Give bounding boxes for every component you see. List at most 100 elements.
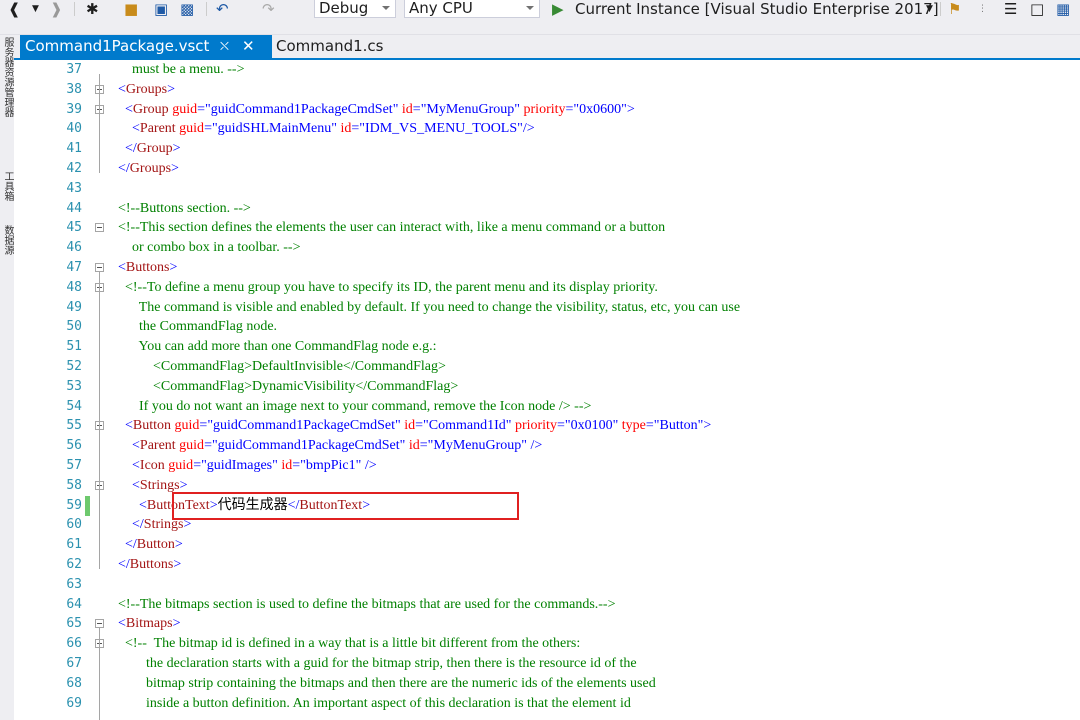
highlight-box xyxy=(172,492,519,520)
document-icon[interactable]: □ xyxy=(1030,1,1044,17)
separator xyxy=(74,2,75,16)
code-token: </ xyxy=(104,517,144,533)
code-line[interactable]: <Groups> xyxy=(104,80,175,100)
code-line[interactable]: <Parent guid="guidSHLMainMenu" id="IDM_V… xyxy=(104,119,535,139)
play-icon[interactable]: ▶ xyxy=(552,1,564,17)
code-token: guid xyxy=(171,418,200,434)
code-line[interactable]: <Parent guid="guidCommand1PackageCmdSet"… xyxy=(104,436,542,456)
code-token: must be a menu. --> xyxy=(104,62,245,77)
code-line[interactable]: You can add more than one CommandFlag no… xyxy=(104,337,436,357)
code-line[interactable]: <Buttons> xyxy=(104,258,177,278)
code-line[interactable]: </Group> xyxy=(104,139,180,159)
code-line[interactable]: bitmap strip containing the bitmaps and … xyxy=(104,674,656,694)
window-icon[interactable]: ▦ xyxy=(1056,1,1070,17)
new-project-icon[interactable]: ✱ xyxy=(86,1,99,17)
code-token: id xyxy=(405,438,420,454)
line-number: 58 xyxy=(66,477,82,493)
platform-dropdown[interactable]: Any CPU xyxy=(404,0,540,18)
code-token: ="guidCommand1PackageCmdSet" xyxy=(204,438,406,454)
code-token: </ xyxy=(104,161,130,176)
line-number: 61 xyxy=(66,537,82,553)
forward-icon[interactable]: ❱ xyxy=(50,1,63,17)
code-token: <CommandFlag>DefaultInvisible</CommandFl… xyxy=(104,359,446,374)
code-token: < xyxy=(104,121,140,137)
chevron-down-icon xyxy=(382,6,390,10)
line-number: 63 xyxy=(66,576,82,592)
tab-command1-cs[interactable]: Command1.cs xyxy=(276,35,383,58)
line-number: 56 xyxy=(66,438,82,454)
code-line[interactable]: the declaration starts with a guid for t… xyxy=(104,654,637,674)
chevron-down-icon[interactable]: ▼ xyxy=(32,1,39,17)
code-line[interactable]: <!--The bitmaps section is used to defin… xyxy=(104,595,616,615)
code-line[interactable]: </Button> xyxy=(104,535,183,555)
collapse-icon[interactable] xyxy=(95,263,104,272)
back-icon[interactable]: ❰ xyxy=(8,1,21,17)
save-icon[interactable]: ▣ xyxy=(154,1,168,17)
code-line[interactable]: <Group guid="guidCommand1PackageCmdSet" … xyxy=(104,100,635,120)
code-line[interactable]: The command is visible and enabled by de… xyxy=(104,298,740,318)
line-number: 64 xyxy=(66,596,82,612)
code-token: > xyxy=(179,477,188,493)
code-token: Buttons xyxy=(129,557,174,572)
start-instance-button[interactable]: Current Instance [Visual Studio Enterpri… xyxy=(575,0,939,18)
code-line[interactable]: the CommandFlag node. xyxy=(104,317,277,337)
fold-guide xyxy=(99,489,100,530)
code-line[interactable]: <!--To define a menu group you have to s… xyxy=(104,278,658,298)
save-all-icon[interactable]: ▩ xyxy=(180,1,194,17)
overflow-icon[interactable]: ⋮ xyxy=(978,1,987,17)
code-line[interactable]: <!-- The bitmap id is defined in a way t… xyxy=(104,634,580,654)
code-token: guidCommand1PackageCmdSet xyxy=(210,101,393,117)
chevron-down-icon[interactable]: ▼ xyxy=(926,1,933,17)
code-line[interactable]: or combo box in a toolbar. --> xyxy=(104,238,300,258)
code-token: > xyxy=(169,260,178,275)
find-icon[interactable]: ⚑ xyxy=(948,1,961,17)
fold-guide xyxy=(99,93,100,154)
code-line[interactable]: <!--This section defines the elements th… xyxy=(104,218,665,238)
code-token: <!--This section defines the elements th… xyxy=(104,220,666,236)
redo-icon[interactable]: ↷ xyxy=(262,1,275,17)
code-token: < xyxy=(104,458,140,473)
code-line[interactable]: inside a button definition. An important… xyxy=(104,694,631,714)
code-line[interactable]: </Groups> xyxy=(104,159,179,179)
change-marker xyxy=(85,495,90,516)
data-sources-tab[interactable]: 数据源 xyxy=(1,225,13,269)
code-line[interactable]: <Icon guid="guidImages" id="bmpPic1" /> xyxy=(104,456,377,476)
code-editor[interactable]: 37 38 39 40 41 42 43 44 45 46 47 48 49 50 51 52 53 54 55 56… xyxy=(14,60,1080,720)
code-line[interactable]: If you do not want an image next to your… xyxy=(104,397,591,417)
code-line[interactable]: <Button guid="guidCommand1PackageCmdSet"… xyxy=(104,416,711,436)
line-number: 49 xyxy=(66,299,82,315)
code-token: Group xyxy=(136,141,173,157)
code-token: Parent xyxy=(139,438,176,454)
code-line[interactable]: <Bitmaps> xyxy=(104,614,180,634)
code-line[interactable]: must be a menu. --> xyxy=(104,60,244,80)
tab-command1package-vsct[interactable]: Command1Package.vsct ⛌ ✕ xyxy=(20,35,272,58)
line-number: 42 xyxy=(66,161,82,176)
code-line[interactable]: <CommandFlag>DynamicVisibility</CommandF… xyxy=(104,377,458,397)
open-folder-icon[interactable]: ■ xyxy=(124,1,138,17)
code-token: </ xyxy=(104,141,137,157)
code-token: > xyxy=(172,616,181,632)
code-token: Groups xyxy=(125,81,168,97)
align-icon[interactable]: ☰ xyxy=(1004,1,1017,17)
code-token: <!--The bitmaps section is used to defin… xyxy=(104,596,616,612)
side-tool-strip: 服务器资源管理器 工具箱 数据源 xyxy=(0,35,15,720)
line-number: 62 xyxy=(66,557,82,572)
code-line[interactable]: <!--Buttons section. --> xyxy=(104,199,251,219)
pin-icon[interactable]: ⛌ xyxy=(220,35,229,58)
collapse-icon[interactable] xyxy=(95,223,104,233)
toolbox-tab[interactable]: 工具箱 xyxy=(1,171,13,215)
code-line[interactable]: <CommandFlag>DefaultInvisible</CommandFl… xyxy=(104,357,446,377)
line-number: 41 xyxy=(66,141,82,157)
server-explorer-tab[interactable]: 服务器资源管理器 xyxy=(1,37,13,167)
line-number: 44 xyxy=(66,200,82,216)
code-token: Buttons xyxy=(125,260,170,275)
line-number: 39 xyxy=(66,101,82,117)
collapse-icon[interactable] xyxy=(95,619,104,629)
line-number: 53 xyxy=(66,378,82,394)
solution-config-dropdown[interactable]: Debug xyxy=(314,0,396,18)
tab-label: Command1Package.vsct xyxy=(25,37,210,55)
close-icon[interactable]: ✕ xyxy=(242,35,255,58)
undo-icon[interactable]: ↶ xyxy=(216,1,229,17)
code-line[interactable]: </Buttons> xyxy=(104,555,181,575)
line-number: 48 xyxy=(66,279,82,295)
